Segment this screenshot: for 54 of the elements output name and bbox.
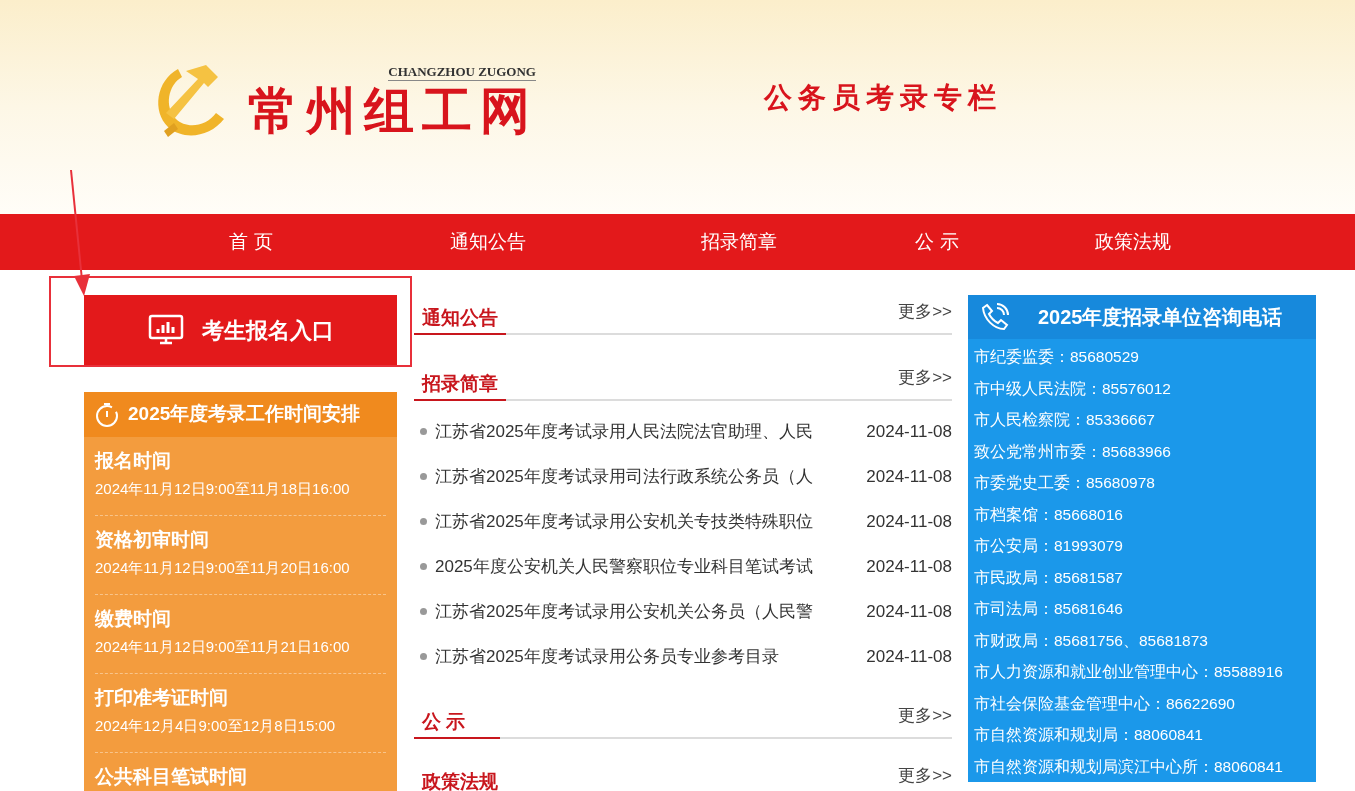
schedule-label: 打印准考证时间 bbox=[95, 686, 229, 710]
section-title[interactable]: 招录简章 bbox=[414, 369, 506, 401]
contact-entry: 市民政局：85681587 bbox=[974, 567, 1124, 588]
article-date: 2024-11-08 bbox=[866, 600, 952, 623]
schedule-label: 缴费时间 bbox=[95, 607, 172, 631]
contact-entry: 市司法局：85681646 bbox=[974, 599, 1124, 619]
article-link[interactable]: 江苏省2025年度考试录用公务员专业参考目录 bbox=[435, 643, 845, 670]
contact-entry: 市人力资源和就业创业管理中心：85588916 bbox=[974, 662, 1284, 682]
article-date: 2024-11-08 bbox=[866, 510, 952, 533]
contact-entry: 市公安局：81993079 bbox=[974, 536, 1124, 556]
schedule-title: 2025年度考录工作时间安排 bbox=[128, 402, 361, 427]
section-title[interactable]: 政策法规 bbox=[414, 767, 506, 791]
article-link[interactable]: 江苏省2025年度考试录用公安机关公务员（人民警 bbox=[435, 598, 845, 625]
contact-entry: 市自然资源和规划局滨江中心所：88060841 bbox=[974, 756, 1284, 777]
section-title[interactable]: 公 示 bbox=[414, 707, 500, 739]
more-link[interactable]: 更多>> bbox=[898, 761, 952, 791]
schedule-time: 2024年11月12日9:00至11月20日16:00 bbox=[95, 558, 351, 578]
contact-entry: 市委党史工委：85680978 bbox=[974, 473, 1156, 493]
contact-entry: 市纪委监委：85680529 bbox=[974, 347, 1140, 367]
contact-entry: 市自然资源和规划局：88060841 bbox=[974, 725, 1204, 745]
contact-entry: 市人民检察院：85336667 bbox=[974, 410, 1156, 430]
schedule-time: 2024年11月12日9:00至11月21日16:00 bbox=[95, 637, 351, 657]
nav-link[interactable]: 通知公告 bbox=[450, 228, 526, 256]
article-link[interactable]: 2025年度公安机关人民警察职位专业科目笔试考试 bbox=[435, 553, 845, 580]
nav-link[interactable]: 首 页 bbox=[229, 228, 273, 256]
section-title[interactable]: 通知公告 bbox=[414, 303, 506, 335]
article-date: 2024-11-08 bbox=[866, 420, 952, 443]
article-date: 2024-11-08 bbox=[866, 555, 952, 578]
article-link[interactable]: 江苏省2025年度考试录用司法行政系统公务员（人 bbox=[435, 463, 845, 490]
article-date: 2024-11-08 bbox=[866, 465, 952, 488]
register-button[interactable]: 考生报名入口 bbox=[84, 295, 397, 366]
nav-link[interactable]: 政策法规 bbox=[1095, 228, 1171, 256]
contact-entry: 市社会保险基金管理中心：86622690 bbox=[974, 693, 1236, 714]
article-link[interactable]: 江苏省2025年度考试录用公安机关专技类特殊职位 bbox=[435, 508, 845, 535]
column-title: 公务员考录专栏 bbox=[764, 81, 1002, 115]
article-date: 2024-11-08 bbox=[866, 645, 952, 668]
schedule-label: 公共科目笔试时间 bbox=[95, 765, 248, 789]
schedule-label: 资格初审时间 bbox=[95, 528, 210, 552]
more-link[interactable]: 更多>> bbox=[898, 297, 952, 327]
contact-entry: 市档案馆：85668016 bbox=[974, 504, 1124, 525]
contact-entry: 市财政局：85681756、85681873 bbox=[974, 630, 1209, 651]
contacts-title: 2025年度招录单位咨询电话 bbox=[1038, 305, 1283, 330]
schedule-time: 2024年12月4日9:00至12月8日15:00 bbox=[95, 716, 337, 736]
article-link[interactable]: 江苏省2025年度考试录用人民法院法官助理、人民 bbox=[435, 418, 845, 445]
site-name-latin: CHANGZHOU ZUGONG bbox=[388, 63, 536, 81]
nav-link[interactable]: 公 示 bbox=[915, 228, 959, 256]
more-link[interactable]: 更多>> bbox=[898, 701, 952, 731]
schedule-time: 2024年11月12日9:00至11月18日16:00 bbox=[95, 479, 351, 499]
contact-entry: 致公党常州市委：85683966 bbox=[974, 441, 1172, 462]
more-link[interactable]: 更多>> bbox=[898, 363, 952, 393]
contact-entry: 市中级人民法院：85576012 bbox=[974, 378, 1172, 399]
site-name: 常州组工网 bbox=[248, 82, 538, 139]
nav-link[interactable]: 招录简章 bbox=[701, 228, 777, 256]
schedule-label: 报名时间 bbox=[95, 449, 172, 473]
